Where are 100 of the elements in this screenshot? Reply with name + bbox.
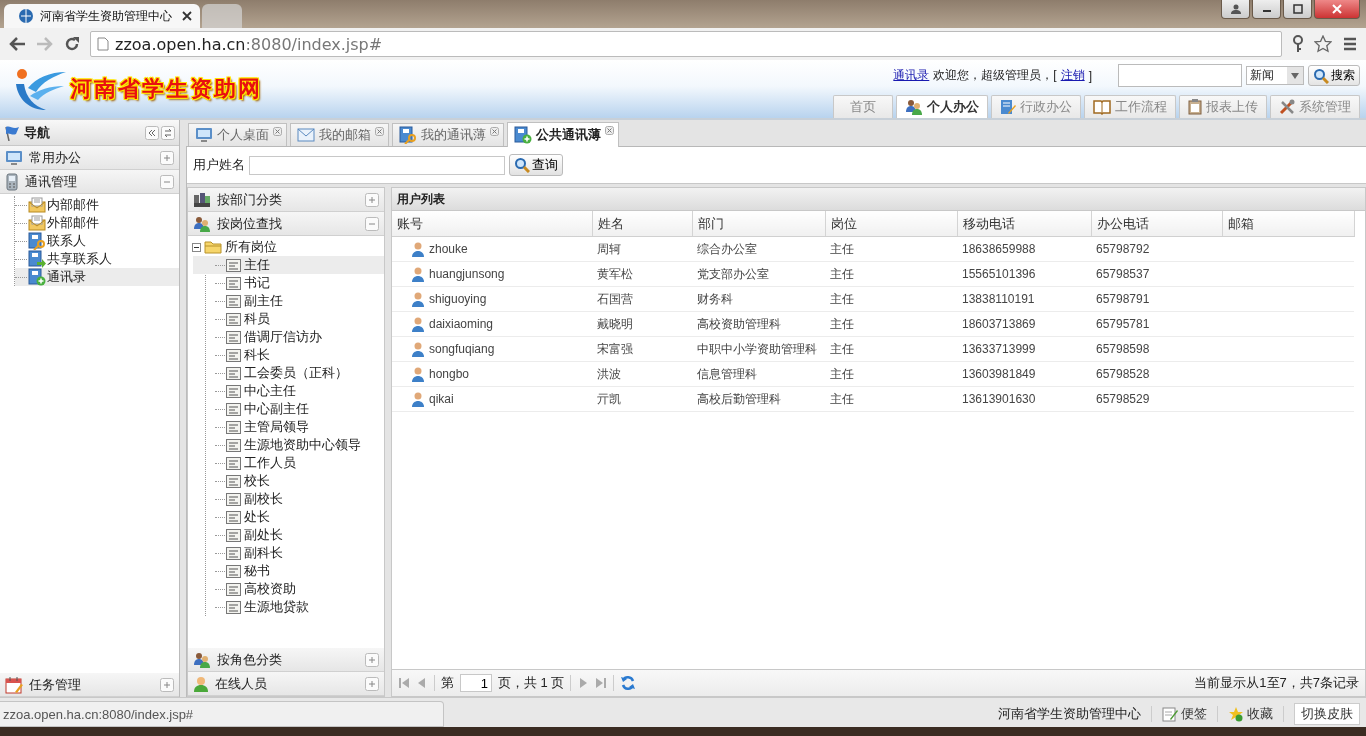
nav-item[interactable]: 外部邮件 [15,214,179,232]
tree-item[interactable]: 主管局领导 [193,418,384,436]
back-icon[interactable] [8,36,26,52]
address-book-icon [28,250,46,268]
section-header[interactable]: 通讯管理 [0,170,179,194]
table-cell: 主任 [825,361,957,387]
section-header[interactable]: 常用办公 [0,146,179,170]
table-cell: 中职中小学资助管理科 [692,336,825,362]
list-icon [226,546,241,560]
people-icon [905,99,923,115]
table-cell: 信息管理科 [692,361,825,387]
profile-button[interactable] [1221,0,1250,19]
tree-item[interactable]: 副科长 [193,544,384,562]
table-cell: 65798598 [1091,336,1222,362]
tree-item[interactable]: 副校长 [193,490,384,508]
address-field[interactable]: zzoa.open.ha.cn:8080/index.jsp# [90,31,1282,57]
key-icon[interactable] [1292,35,1304,53]
star-icon [1228,706,1244,722]
table-cell: 黄军松 [592,261,692,287]
previous-page-icon[interactable] [416,677,428,689]
section-header[interactable]: 在线人员 [188,672,384,696]
logout-link[interactable]: 注销 [1060,67,1085,84]
table-cell: 65798537 [1091,261,1222,287]
maximize-button[interactable] [1283,0,1312,19]
tree-item[interactable]: 所有岗位 [225,238,277,256]
page-tab[interactable]: 个人桌面 [188,123,287,146]
tree-item[interactable]: 中心主任 [193,382,384,400]
tree-item[interactable]: 科长 [193,346,384,364]
table-cell: 主任 [825,336,957,362]
page-icon [97,37,109,51]
column-header[interactable]: 账号 [392,211,592,237]
tree-item[interactable]: 高校资助 [193,580,384,598]
query-button[interactable]: 查询 [509,154,563,176]
nav-item[interactable]: 共享联系人 [15,250,179,268]
close-button[interactable] [1314,0,1360,19]
tree-item[interactable]: 中心副主任 [193,400,384,418]
section-header[interactable]: 按角色分类 [188,648,384,672]
table-cell: 65798529 [1091,386,1222,412]
table-cell: 主任 [825,261,957,287]
column-header[interactable]: 移动电话 [957,211,1091,237]
status-link[interactable]: 收藏 [1228,705,1273,723]
tree-item[interactable]: 书记 [193,274,384,292]
nav-item[interactable]: 联系人 [15,232,179,250]
menu-icon[interactable] [1342,36,1358,52]
tree-item[interactable]: 借调厅信访办 [193,328,384,346]
section-header[interactable]: 按部门分类 [188,188,384,212]
column-header[interactable]: 办公电话 [1091,211,1222,237]
browser-tab[interactable]: 河南省学生资助管理中心 [4,4,200,28]
last-page-icon[interactable] [595,677,608,689]
tree-item[interactable]: 处长 [193,508,384,526]
section-header[interactable]: 按岗位查找 [188,212,384,236]
skin-button[interactable]: 切换皮肤 [1294,703,1360,725]
refresh-icon[interactable] [620,675,637,691]
contacts-link[interactable]: 通讯录 [893,67,930,84]
close-icon[interactable] [182,11,192,21]
table-cell: 主任 [825,236,957,262]
column-header[interactable]: 邮箱 [1222,211,1354,237]
nav-item[interactable]: 内部邮件 [15,196,179,214]
caret-icon [1291,72,1299,79]
list-icon [226,294,241,308]
first-page-icon[interactable] [398,677,410,689]
tree-item[interactable]: 副处长 [193,526,384,544]
column-header[interactable]: 姓名 [592,211,692,237]
tree-item[interactable]: 秘书 [193,562,384,580]
menu-tab[interactable]: 个人办公 [896,95,988,118]
reload-icon[interactable] [64,36,80,52]
search-button[interactable]: 搜索 [1308,65,1360,86]
nav-item[interactable]: 通讯录 [15,268,179,286]
table-cell: 65798792 [1091,236,1222,262]
status-link[interactable]: 便签 [1162,705,1207,723]
tree-item[interactable]: 副主任 [193,292,384,310]
tree-item[interactable]: 科员 [193,310,384,328]
section-label: 按部门分类 [217,190,283,209]
column-header[interactable]: 部门 [692,211,825,237]
tree-item[interactable]: 生源地资助中心领导 [193,436,384,454]
tree-item[interactable]: 校长 [193,472,384,490]
star-icon[interactable] [1314,35,1332,53]
tree-item[interactable]: 工会委员（正科） [193,364,384,382]
page-tab[interactable]: 公共通讯薄 [507,122,619,147]
tree-item[interactable]: 生源地贷款 [193,598,384,616]
collapse-icon[interactable] [192,242,201,252]
page-tab[interactable]: 我的通讯薄 [392,123,504,146]
page-field[interactable]: 1 [460,674,492,692]
category-select[interactable]: 新闻 [1246,66,1304,85]
edit-icon [1000,99,1016,115]
person-icon [410,391,426,407]
minimize-button[interactable] [1252,0,1281,19]
column-header[interactable]: 岗位 [825,211,957,237]
name-field[interactable] [249,155,505,175]
account-name: shiguoying [429,292,487,306]
section-header[interactable]: 任务管理 [0,673,179,697]
tree-item[interactable]: 工作人员 [193,454,384,472]
search-field[interactable] [1118,64,1242,87]
globe-icon [18,8,34,24]
collapse-left-icon[interactable] [145,125,159,140]
people-icon [193,651,211,668]
tree-item[interactable]: 主任 [193,256,384,274]
table-cell: 综合办公室 [692,236,825,262]
page-tab[interactable]: 我的邮箱 [290,123,389,146]
user-icon [1230,4,1241,14]
